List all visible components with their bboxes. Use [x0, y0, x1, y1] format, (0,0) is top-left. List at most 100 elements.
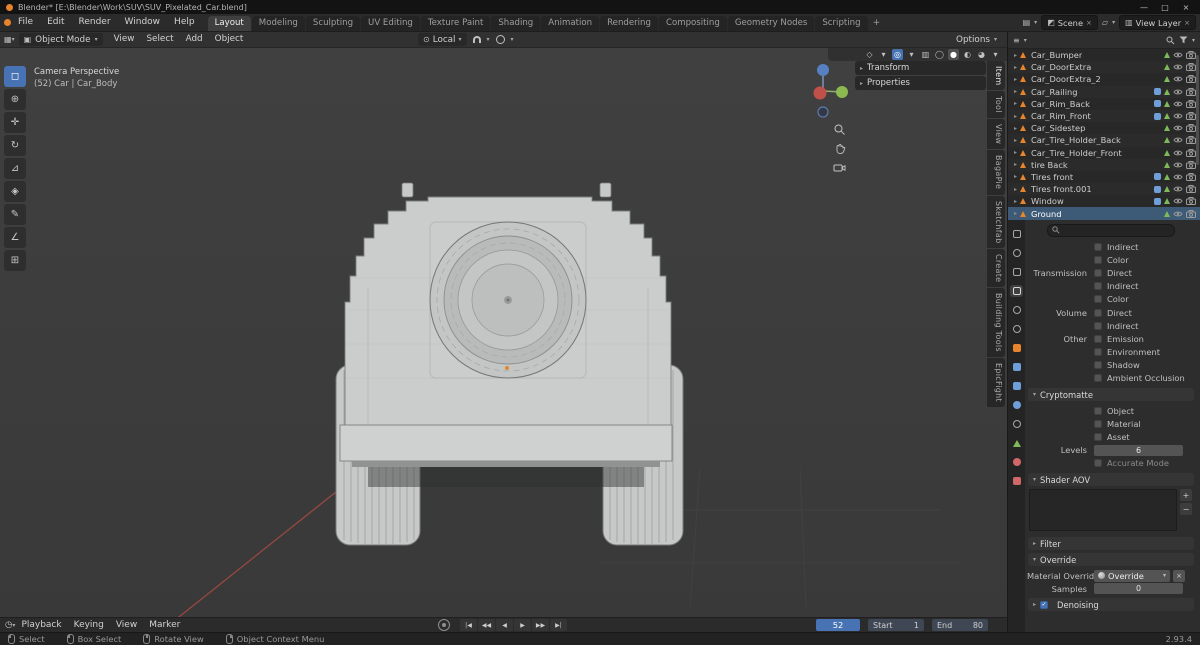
outliner-row[interactable]: ▸ Tires front	[1008, 171, 1200, 183]
editor-type-icon[interactable]: ▦	[4, 35, 12, 44]
move-tool-button[interactable]: ✛	[4, 112, 26, 133]
object-data-properties-tab[interactable]	[1010, 437, 1023, 449]
proportional-editing-icon[interactable]	[495, 35, 505, 44]
maximize-button[interactable]: □	[1157, 3, 1173, 12]
camera-icon[interactable]	[1186, 197, 1196, 206]
3d-viewport[interactable]: ◻ ⊕ ✛ ↻ ⊿ ◈ ✎ ∠ ⊞ Camera Perspective (52) Car | …	[0, 48, 1007, 617]
chevron-down-icon[interactable]: ▾	[878, 49, 889, 60]
material-override-dropdown[interactable]: Override ▾	[1094, 569, 1170, 582]
texture-properties-tab[interactable]	[1010, 475, 1023, 487]
object-properties-tab[interactable]	[1010, 342, 1023, 354]
pass-checkbox[interactable]	[1094, 308, 1102, 317]
browse-scene-icon[interactable]: ▤	[1023, 18, 1031, 27]
mode-selector[interactable]: ▣ Object Mode ▾	[18, 33, 103, 46]
outliner-row[interactable]: ▸ Car_DoorExtra	[1008, 61, 1200, 74]
add-cube-tool-button[interactable]: ⊞	[4, 250, 26, 271]
camera-icon[interactable]	[1186, 172, 1196, 181]
timeline-menu-marker[interactable]: Marker	[143, 617, 186, 634]
disclosure-icon[interactable]: ▸	[1014, 186, 1017, 193]
viewport-menu-add[interactable]: Add	[180, 32, 209, 47]
disclosure-icon[interactable]: ▸	[1014, 64, 1017, 71]
eye-icon[interactable]	[1173, 88, 1183, 96]
start-frame-field[interactable]: Start 1	[868, 619, 924, 631]
xray-icon[interactable]: ▥	[920, 49, 931, 60]
eye-icon[interactable]	[1173, 210, 1183, 218]
particles-properties-tab[interactable]	[1010, 380, 1023, 392]
options-button[interactable]: Options	[956, 35, 990, 45]
workspace-tab-shading[interactable]: Shading	[491, 16, 541, 31]
cursor-tool-button[interactable]: ⊕	[4, 89, 26, 110]
jump-end-button[interactable]: ▶|	[550, 619, 567, 631]
sidebar-tab-view[interactable]: View	[987, 119, 1005, 150]
disclosure-icon[interactable]: ▸	[1014, 113, 1017, 120]
sidebar-panel-transform[interactable]: ▸ Transform	[855, 61, 986, 75]
outliner-row[interactable]: ▸ Car_Rim_Front	[1008, 109, 1200, 123]
current-frame-field[interactable]: 52	[816, 619, 860, 631]
pan-hand-icon[interactable]	[832, 141, 847, 156]
shading-wireframe-icon[interactable]: ◯	[934, 49, 945, 60]
camera-icon[interactable]	[1186, 209, 1196, 218]
material-properties-tab[interactable]	[1010, 456, 1023, 468]
remove-aov-button[interactable]: −	[1180, 503, 1192, 515]
disclosure-icon[interactable]: ▸	[1014, 125, 1017, 132]
eye-icon[interactable]	[1173, 149, 1183, 157]
section-filter[interactable]: ▸ Filter	[1028, 537, 1194, 550]
eye-icon[interactable]	[1173, 197, 1183, 205]
next-keyframe-button[interactable]: ▶▶	[532, 619, 549, 631]
outliner-row[interactable]: ▸ Window	[1008, 195, 1200, 207]
camera-icon[interactable]	[1186, 75, 1196, 84]
constraints-properties-tab[interactable]	[1010, 418, 1023, 430]
pass-checkbox[interactable]	[1094, 361, 1102, 370]
disclosure-icon[interactable]: ▸	[1014, 88, 1017, 95]
properties-search-input[interactable]	[1047, 223, 1175, 237]
outliner-row[interactable]: ▸ Tires front.001	[1008, 183, 1200, 196]
output-properties-tab[interactable]	[1010, 266, 1023, 278]
eye-icon[interactable]	[1173, 161, 1183, 169]
camera-view-icon[interactable]	[832, 160, 847, 175]
chevron-down-icon[interactable]: ▾	[1192, 37, 1195, 44]
workspace-tab-animation[interactable]: Animation	[541, 16, 600, 31]
camera-icon[interactable]	[1186, 87, 1196, 96]
search-icon[interactable]	[1166, 36, 1175, 45]
physics-properties-tab[interactable]	[1010, 399, 1023, 411]
section-denoising[interactable]: ▸ ✓ Denoising	[1028, 598, 1194, 612]
close-button[interactable]: ×	[1178, 3, 1194, 12]
sidebar-tab-epicfight[interactable]: EpicFight	[987, 358, 1005, 408]
pass-checkbox[interactable]	[1094, 282, 1102, 291]
gizmo-icon[interactable]: ◇	[864, 49, 875, 60]
viewport-menu-view[interactable]: View	[108, 32, 141, 47]
outliner-row[interactable]: ▸ Ground	[1008, 207, 1200, 220]
chevron-down-icon[interactable]: ▾	[1112, 19, 1115, 26]
camera-icon[interactable]	[1186, 99, 1196, 108]
outliner-row[interactable]: ▸ Car_Tire_Holder_Front	[1008, 147, 1200, 159]
workspace-tab-sculpting[interactable]: Sculpting	[305, 16, 361, 31]
pass-checkbox[interactable]	[1094, 374, 1102, 383]
cryptomatte-checkbox[interactable]	[1094, 433, 1102, 442]
accurate-mode-checkbox[interactable]	[1094, 459, 1102, 468]
play-button[interactable]: ▶	[514, 619, 531, 631]
chevron-down-icon[interactable]: ▾	[1024, 37, 1027, 44]
samples-field[interactable]: 0	[1094, 583, 1183, 595]
scale-tool-button[interactable]: ⊿	[4, 158, 26, 179]
sidebar-tab-item[interactable]: Item	[987, 61, 1005, 91]
eye-icon[interactable]	[1173, 136, 1183, 144]
eye-icon[interactable]	[1173, 63, 1183, 71]
unlink-scene-icon[interactable]: ×	[1086, 19, 1092, 27]
chevron-down-icon[interactable]: ▾	[1034, 19, 1037, 26]
workspace-tab-rendering[interactable]: Rendering	[600, 16, 658, 31]
menu-help[interactable]: Help	[167, 14, 202, 31]
measure-tool-button[interactable]: ∠	[4, 227, 26, 248]
eye-icon[interactable]	[1173, 185, 1183, 193]
zoom-icon[interactable]	[832, 122, 847, 137]
section-cryptomatte[interactable]: ▾ Cryptomatte	[1028, 388, 1194, 402]
remove-view-layer-icon[interactable]: ×	[1184, 19, 1190, 27]
eye-icon[interactable]	[1173, 112, 1183, 120]
navigation-gizmo[interactable]	[792, 58, 854, 128]
viewport-menu-object[interactable]: Object	[209, 32, 250, 47]
disclosure-icon[interactable]: ▸	[1014, 52, 1017, 59]
chevron-down-icon[interactable]: ▾	[12, 36, 15, 43]
denoising-checkbox[interactable]: ✓	[1040, 600, 1049, 609]
add-aov-button[interactable]: +	[1180, 489, 1192, 501]
eye-icon[interactable]	[1173, 124, 1183, 132]
menu-file[interactable]: File	[11, 14, 40, 31]
